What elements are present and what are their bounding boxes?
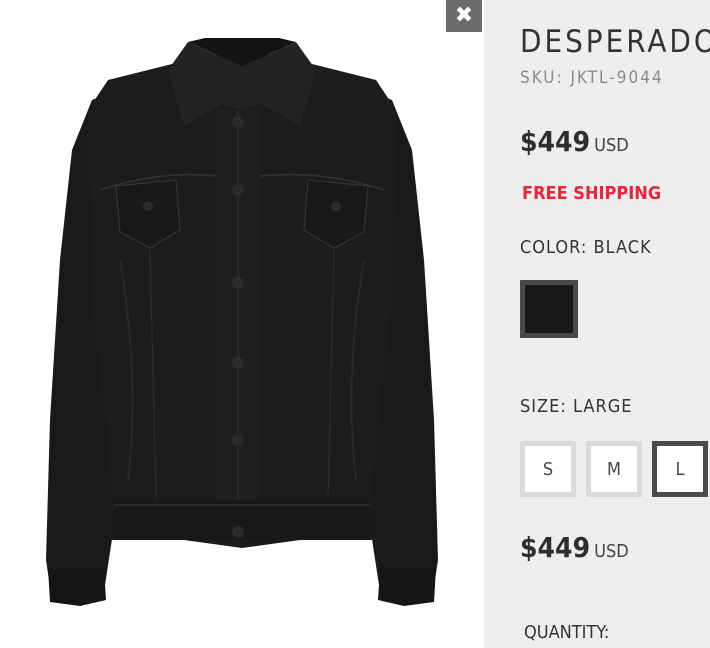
product-price-secondary: $449 USD — [520, 531, 629, 564]
close-button[interactable]: ✖ — [446, 0, 482, 32]
color-swatch-black[interactable] — [520, 280, 578, 338]
size-option-l[interactable]: L — [652, 441, 708, 497]
product-price: $449 USD — [520, 125, 629, 158]
price-currency-secondary: USD — [594, 541, 629, 562]
close-icon: ✖ — [454, 3, 474, 28]
color-swatch-fill — [525, 285, 573, 333]
price-amount-secondary: $449 — [520, 531, 591, 564]
price-currency: USD — [594, 135, 629, 156]
product-title: DESPERADO — [520, 24, 710, 60]
free-shipping-badge: FREE SHIPPING — [522, 183, 662, 204]
color-label: COLOR: BLACK — [520, 237, 652, 258]
product-details-panel: DESPERADO SKU: JKTL-9044 $449 USD FREE SH… — [484, 0, 710, 648]
size-option-m[interactable]: M — [586, 441, 642, 497]
product-sku: SKU: JKTL-9044 — [520, 68, 664, 88]
size-option-s[interactable]: S — [520, 441, 576, 497]
product-image-area: ✖ — [0, 0, 484, 648]
product-jacket-image — [46, 38, 438, 606]
quantity-label: QUANTITY: — [524, 622, 610, 643]
size-label: SIZE: LARGE — [520, 396, 633, 417]
price-amount: $449 — [520, 125, 591, 158]
